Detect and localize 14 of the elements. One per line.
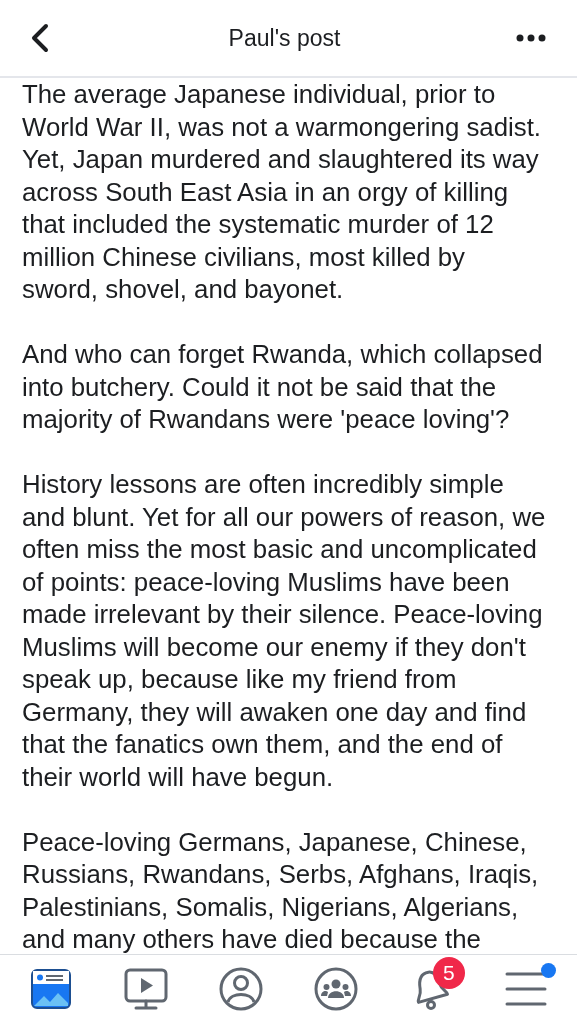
page-title: Paul's post <box>228 23 341 53</box>
post-paragraph: History lessons are often incredibly simple and blunt. Yet for all our powers of reason, we often miss the most basic and uncomplicated of points: peace-loving Muslims have been made irrelevant by their silence. Peace-loving Muslims will become our enemy if they don't speak up, because like my friend from Germany, they will awaken one day and find that the fanatics own them, and the end of their world will have begun. <box>22 469 547 793</box>
menu-icon <box>504 971 547 1007</box>
post-paragraph: The average Japanese individual, prior to World War II, was not a warmongering sadist. Yet, Japan murdered and slaughtered its way across South East Asia in an orgy of killing that included the systematic murder of 12 million Chinese civilians, most killed by sword, shovel, and bayonet. <box>22 79 542 305</box>
news-feed-icon <box>31 969 72 1009</box>
notification-badge: 5 <box>432 957 465 989</box>
back-icon <box>30 23 50 53</box>
notifications-tab[interactable]: 5 <box>392 957 469 1021</box>
groups-icon <box>313 967 358 1011</box>
post-paragraph: Peace-loving Germans, Japanese, Chinese, Russians, Rwandans, Serbs, Afghans, Iraqis, Palestinians, Somalis, Nigerians, Algerians, and many others have died because the <box>22 826 540 954</box>
profile-icon <box>219 967 264 1011</box>
post-paragraph: And who can forget Rwanda, which collapsed into butchery. Could it not be said that the majority of Rwandans were 'peace loving'? <box>22 339 544 435</box>
more-icon <box>516 34 546 42</box>
video-icon <box>124 968 169 1010</box>
